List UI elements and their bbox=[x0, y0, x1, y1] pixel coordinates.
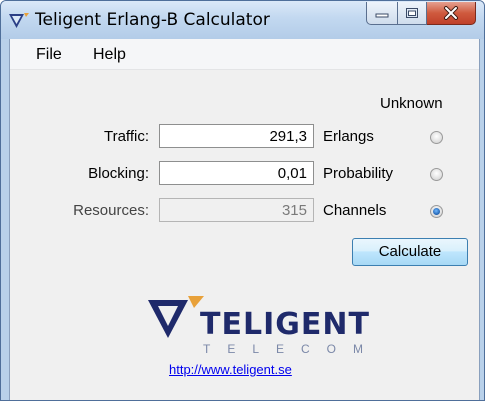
minimize-icon bbox=[375, 13, 389, 18]
blocking-unknown-radio[interactable] bbox=[430, 168, 443, 181]
menu-file[interactable]: File bbox=[36, 46, 62, 64]
traffic-unknown-radio[interactable] bbox=[430, 131, 443, 144]
resources-output: 315 bbox=[159, 198, 314, 222]
caption-buttons bbox=[366, 2, 476, 26]
maximize-button[interactable] bbox=[398, 2, 427, 25]
menu-help[interactable]: Help bbox=[93, 46, 126, 64]
blocking-label: Blocking: bbox=[88, 165, 149, 182]
traffic-input[interactable]: 291,3 bbox=[159, 124, 314, 148]
maximize-icon bbox=[406, 8, 418, 18]
traffic-unit: Erlangs bbox=[323, 128, 374, 145]
menu-bar: File Help bbox=[10, 39, 479, 70]
traffic-label: Traffic: bbox=[103, 128, 149, 145]
blocking-unit: Probability bbox=[323, 165, 394, 182]
title-bar[interactable]: Teligent Erlang-B Calculator bbox=[1, 1, 484, 39]
blocking-input[interactable]: 0,01 bbox=[159, 161, 314, 185]
close-button[interactable] bbox=[427, 2, 476, 25]
window-title: Teligent Erlang-B Calculator bbox=[35, 10, 270, 30]
calculate-button[interactable]: Calculate bbox=[352, 238, 468, 266]
logo-subtitle: TELECOM bbox=[203, 342, 381, 356]
radio-selected-dot bbox=[433, 208, 440, 215]
resources-label: Resources: bbox=[73, 202, 149, 219]
website-link[interactable]: http://www.teligent.se bbox=[169, 362, 292, 377]
close-icon bbox=[444, 6, 458, 20]
resources-unknown-radio[interactable] bbox=[430, 205, 443, 218]
client-area: File Help Unknown Traffic: 291,3 Erlangs… bbox=[9, 39, 480, 400]
resources-unit: Channels bbox=[323, 202, 387, 219]
teligent-logo-mark bbox=[148, 296, 204, 338]
minimize-button[interactable] bbox=[366, 2, 398, 25]
teligent-app-icon bbox=[9, 13, 29, 28]
app-window: Teligent Erlang-B Calculator File Help U… bbox=[0, 0, 485, 401]
unknown-header: Unknown bbox=[380, 95, 443, 112]
logo-wordmark: TELIGENT bbox=[200, 307, 370, 342]
